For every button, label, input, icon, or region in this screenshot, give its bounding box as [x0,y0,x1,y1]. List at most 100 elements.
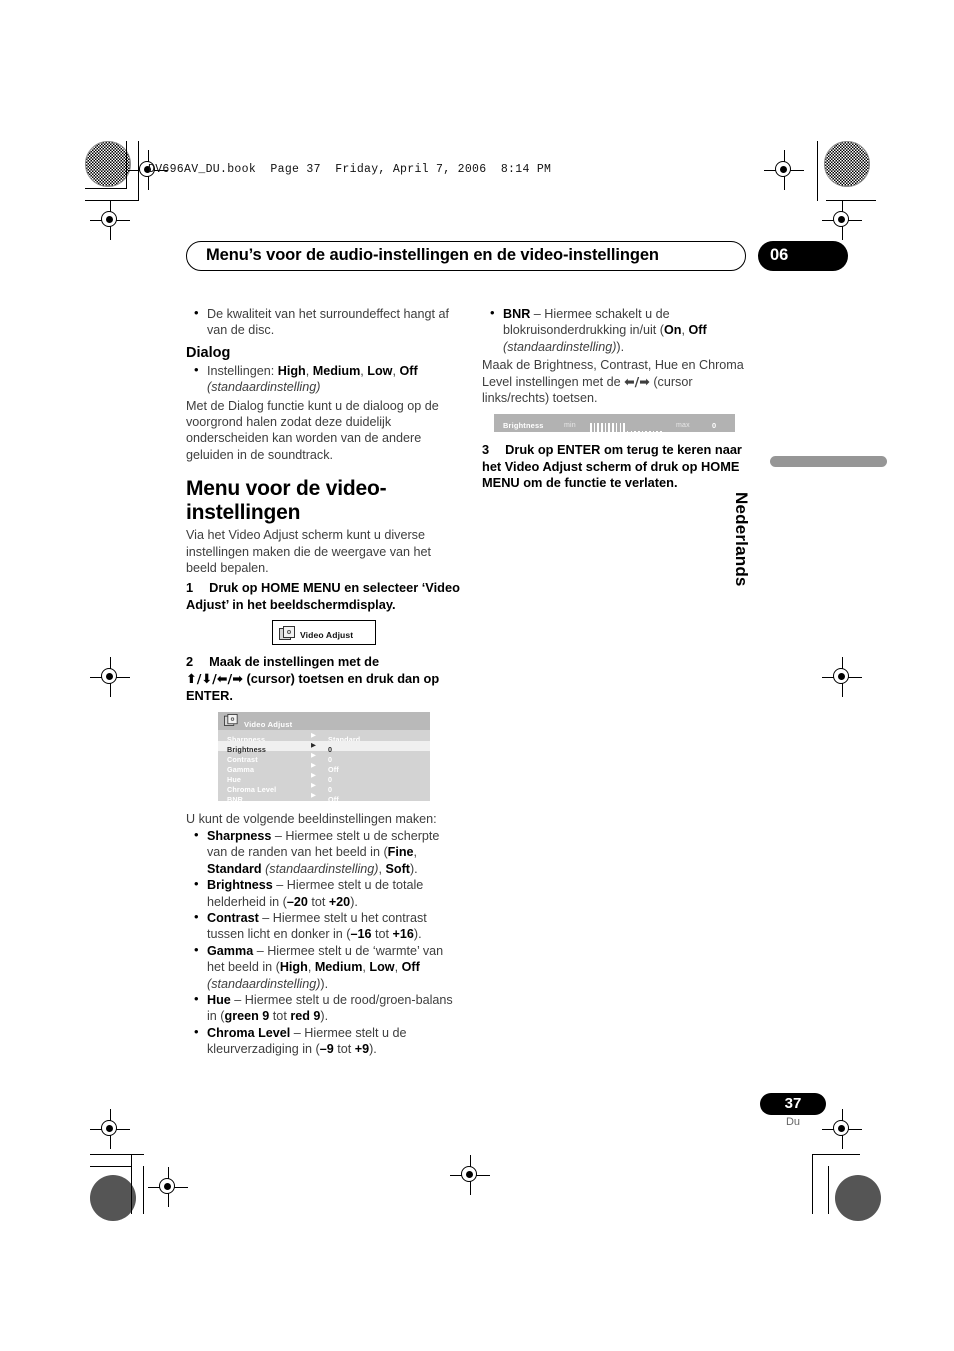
chevron-right-icon: ▶ [311,782,316,789]
figure-button-label: Video Adjust [300,630,354,641]
slider-value: 0 [712,421,717,431]
figure-brightness-slider: Brightness min max 0 [494,414,735,434]
dialog-settings-list: Instellingen: High, Medium, Low, Off (st… [186,362,461,396]
setting-option: Off [688,323,707,338]
page-title: Menu’s voor de audio-instellingen en de … [206,246,659,264]
setting-option: Standard [207,861,262,876]
setting-term: Brightness [207,878,273,893]
footer-language-code: Du [785,1116,801,1128]
dialog-heading: Dialog [186,344,231,361]
crop-line [90,1166,132,1168]
setting-option: green 9 [224,1009,270,1024]
osd-row-list: Sharpness ▶ Standard Brightness ▶ 0 Cont… [218,731,430,804]
registration-mark-right-mid [822,657,862,697]
list-item: Gamma – Hiermee stelt u de ‘warmte’ van … [186,942,461,992]
video-menu-heading: Menu voor de video-instellingen [186,477,387,524]
chapter-header: Menu’s voor de audio-instellingen en de … [186,241,848,271]
cursor-left-right-icon: ⬅/➡ [624,373,650,389]
step-3-number: 3 [482,442,490,458]
step-2: 2 Maak de instellingen met de ⬆/⬇/⬅/➡ (cur… [186,654,461,704]
default-note: (standaardinstelling) [207,380,321,395]
list-item: BNR – Hiermee schakelt u de blokruisonde… [482,305,757,355]
crop-line [812,1154,814,1214]
slider-min-label: min [564,422,576,430]
setting-term: Hue [207,992,231,1007]
default-note: (standaardinstelling) [503,339,617,354]
disc-icon [224,713,238,727]
list-item: Brightness – Hiermee stelt u de totale h… [186,876,461,910]
registration-mark-right-upper [822,200,862,240]
registration-mark-left-lower [90,1109,130,1149]
step-1: 1 Druk op HOME MENU en selecteer ‘Video A… [186,580,461,613]
setting-option: Fine [387,845,414,860]
setting-option: Medium [314,960,363,975]
crop-line [828,1166,830,1214]
crop-line [131,1154,133,1214]
list-item: Contrast – Hiermee stelt u het contrast … [186,909,461,943]
slider-label: Brightness [503,421,544,431]
source-file-header: DV696AV_DU.book Page 37 Friday, April 7,… [148,163,552,176]
list-item: Sharpness – Hiermee stelt u de scherpte … [186,827,461,877]
chevron-right-icon: ▶ [311,792,316,799]
slider-max-label: max [676,422,690,430]
step-3: 3 Druk op ENTER om terug te keren naar he… [482,442,757,491]
list-item: Instellingen: High, Medium, Low, Off (st… [186,362,461,396]
setting-option: –20 [286,894,308,909]
setting-option: Soft [385,861,410,876]
surround-bullet-list: De kwaliteit van het surroundeffect hang… [186,305,461,339]
slider-track [590,417,664,434]
crop-line [90,1154,144,1156]
chevron-right-icon: ▶ [311,772,316,779]
disc-icon [279,626,295,641]
step-3-text: Druk op ENTER om terug te keren naar het… [482,442,742,491]
crop-line [143,1166,145,1214]
option-off: Off [399,363,418,378]
figure-video-adjust-button: Video Adjust [272,620,376,646]
osd-row-name: BNR [227,794,244,804]
default-note: (standaardinstelling) [261,861,379,876]
halftone-target-top-left [85,141,131,187]
table-row: Chroma Level ▶ 0 [218,781,430,794]
registration-mark-bottom-left [148,1167,188,1207]
setting-option: +9 [354,1042,370,1057]
setting-term: BNR [503,307,531,321]
halftone-target-top-right [824,141,870,187]
setting-option: –16 [350,927,372,942]
table-row: Hue ▶ 0 [218,771,430,784]
adjust-instruction-paragraph: Maak de Brightness, Contrast, Hue en Chr… [482,358,744,406]
dialog-paragraph: Met de Dialog functie kunt u de dialoog … [186,398,439,462]
setting-term: Chroma Level [207,1025,291,1040]
setting-option: +16 [392,927,414,942]
chevron-right-icon: ▶ [311,752,316,759]
table-row: Brightness ▶ 0 [218,740,430,754]
setting-term: Sharpness [207,828,272,843]
chevron-right-icon: ▶ [311,732,316,739]
list-item: De kwaliteit van het surroundeffect hang… [186,305,461,339]
setting-option: Off [401,960,420,975]
page-number-pill: 37 [760,1093,826,1115]
language-tab-label: Nederlands [732,492,751,587]
chevron-right-icon: ▶ [311,762,316,769]
crop-line [85,188,127,190]
default-note: (standaardinstelling) [207,976,321,991]
setting-option: Low [369,960,395,975]
halftone-target-bottom-left [90,1175,136,1221]
step-1-text: Druk op HOME MENU en selecteer ‘Video Ad… [186,580,460,612]
registration-mark-bottom-center [450,1155,490,1195]
cursor-arrows-icon: ⬆/⬇/⬅/➡ [186,671,243,687]
settings-list-intro: U kunt de volgende beeldinstellingen mak… [186,811,437,826]
setting-option: High [279,960,308,975]
language-tab-bar [770,456,887,467]
setting-term: Gamma [207,943,254,958]
option-low: Low [367,363,393,378]
dialog-prefix: Instellingen: [207,363,278,378]
list-item: Hue – Hiermee stelt u de rood/groen-bala… [186,991,461,1025]
chapter-number-pill: 06 [758,241,848,271]
option-medium: Medium [312,363,361,378]
figure-video-adjust-osd: Video Adjust Sharpness ▶ Standard Bright… [218,711,430,804]
option-high: High [277,363,306,378]
table-row: BNR ▶ Off [218,791,430,804]
table-row: Gamma ▶ Off [218,761,430,774]
video-settings-list: Sharpness – Hiermee stelt u de scherpte … [186,827,461,1058]
halftone-target-bottom-right [835,1175,881,1221]
